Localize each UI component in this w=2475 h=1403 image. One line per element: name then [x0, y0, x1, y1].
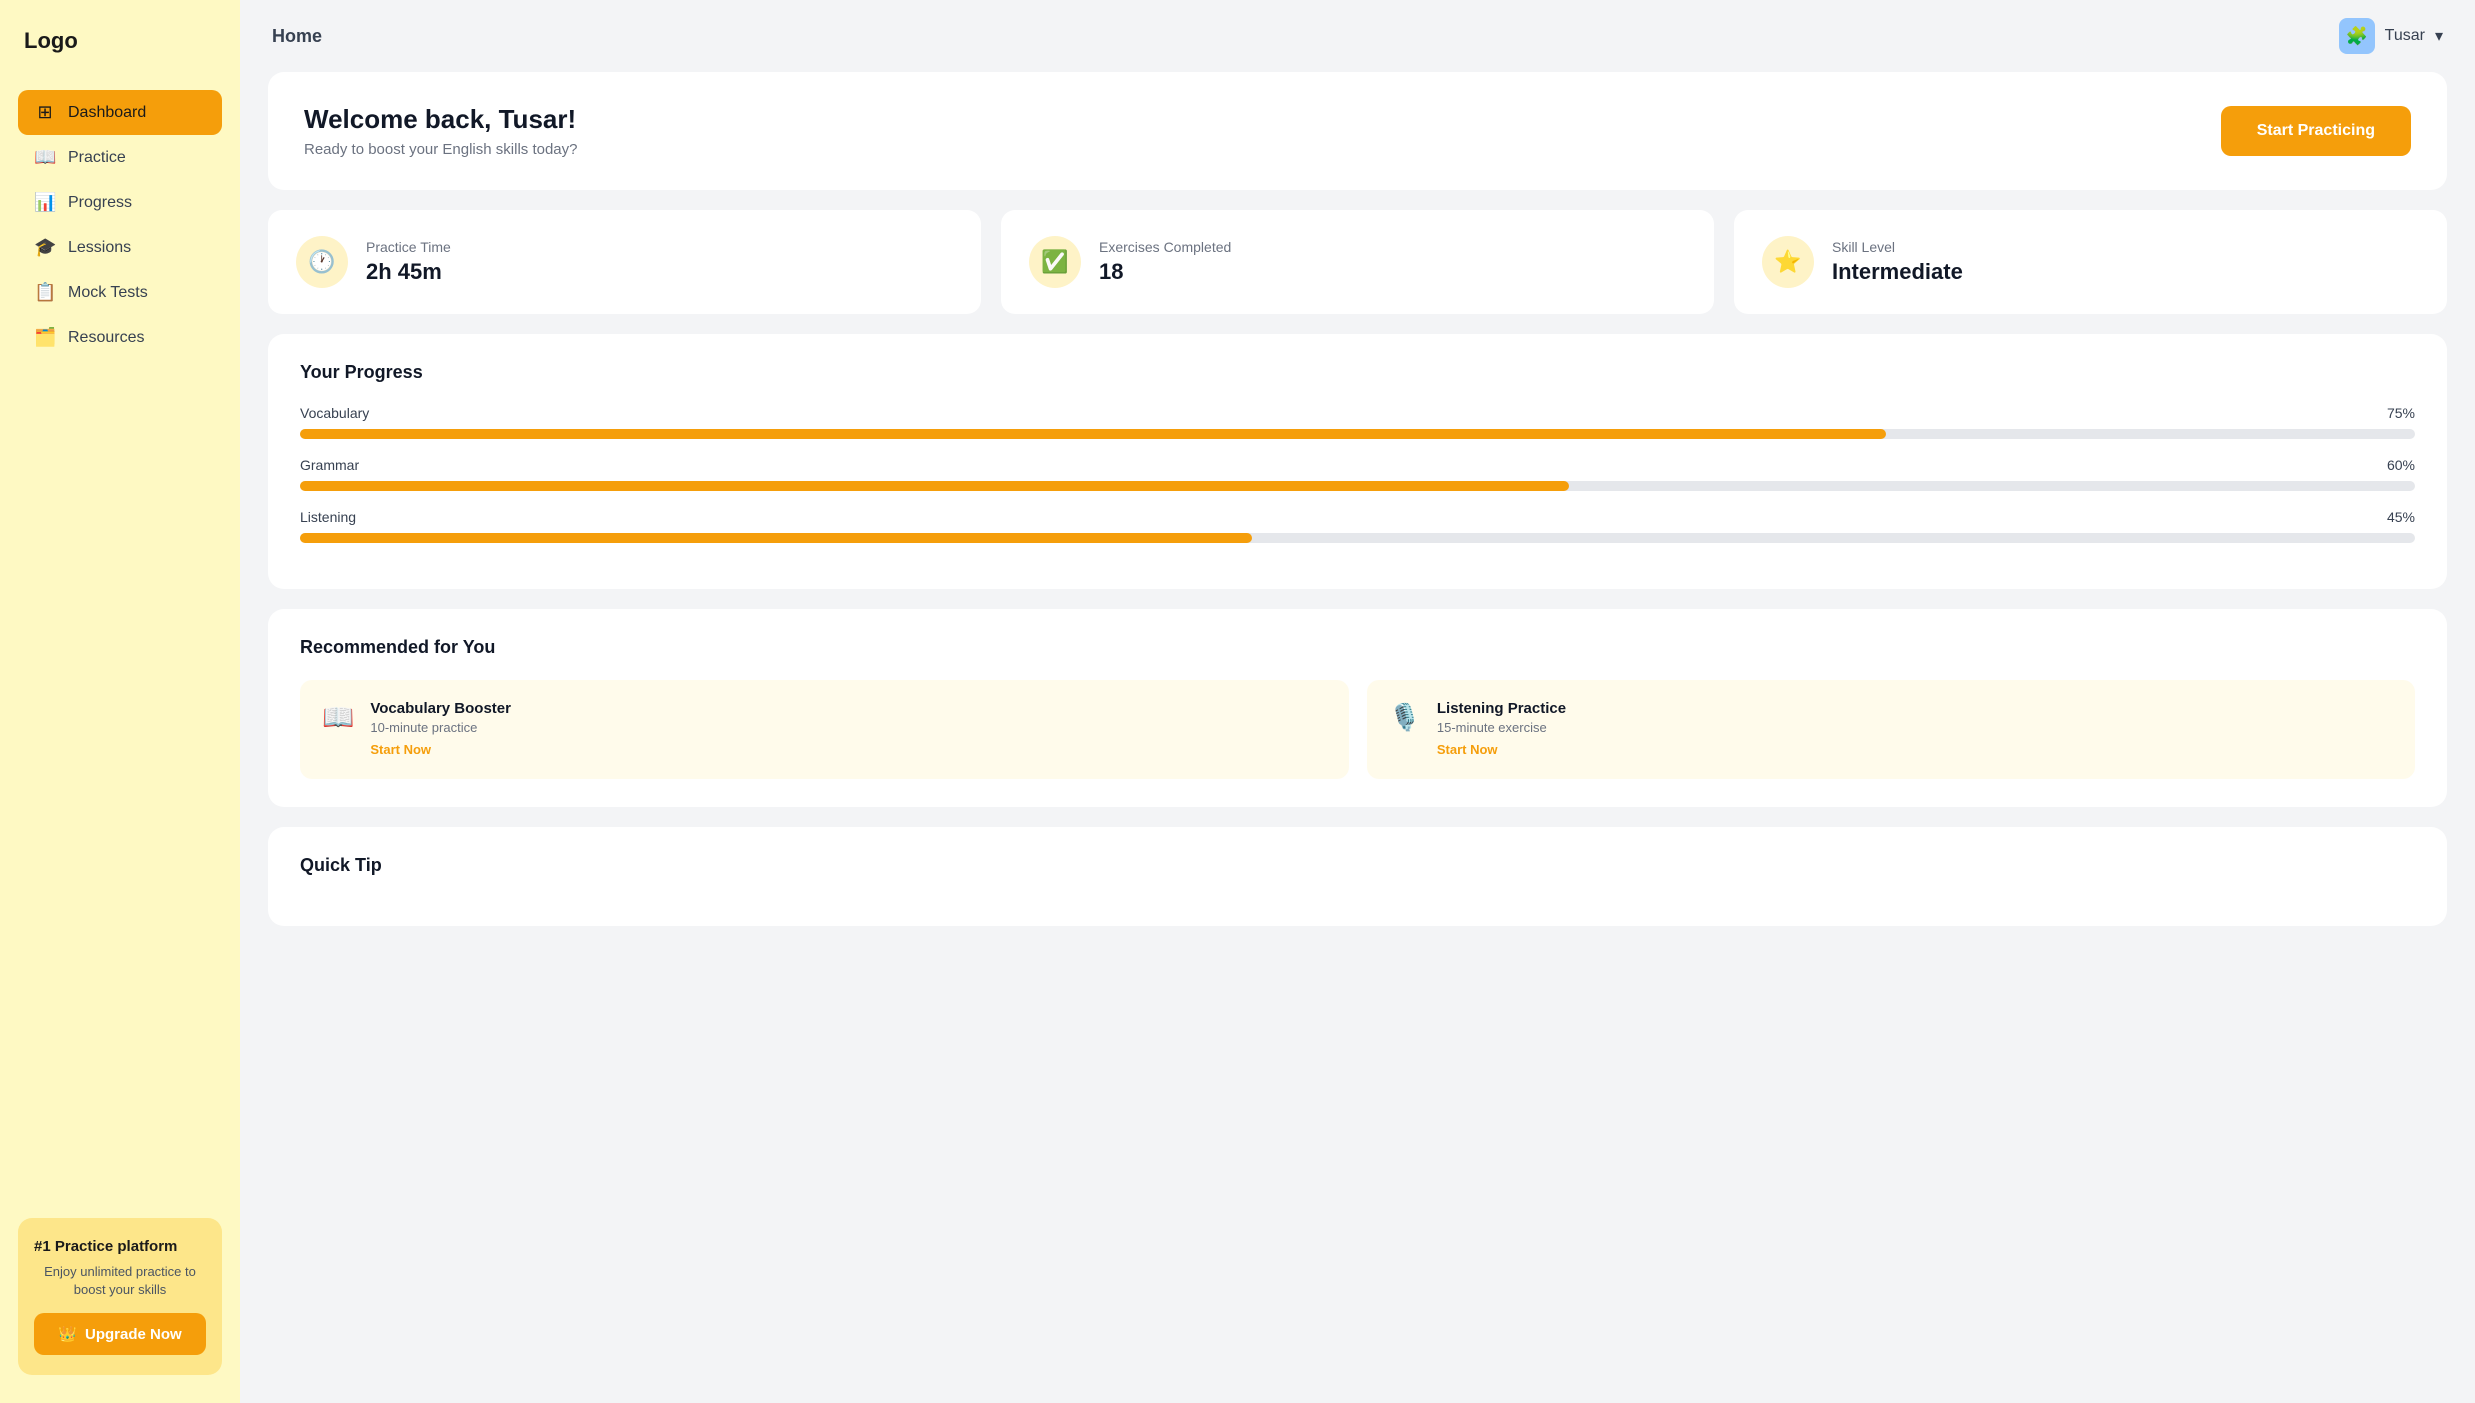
stat-card-exercises-completed: ✅ Exercises Completed 18 — [1001, 210, 1714, 314]
crown-icon: 👑 — [58, 1325, 77, 1343]
welcome-title: Welcome back, Tusar! — [304, 104, 577, 135]
quick-tip-card: Quick Tip — [268, 827, 2447, 926]
progress-items: Vocabulary 75% Grammar 60% Listening 45% — [300, 405, 2415, 543]
progress-bar-fill-0 — [300, 429, 1886, 439]
sidebar-label-dashboard: Dashboard — [68, 104, 146, 122]
practice-time-value: 2h 45m — [366, 259, 451, 285]
skill-level-icon: ⭐ — [1762, 236, 1814, 288]
progress-bar-fill-2 — [300, 533, 1252, 543]
sidebar-item-resources[interactable]: 🗂️ Resources — [18, 315, 222, 360]
rec-item-1: 🎙️ Listening Practice 15-minute exercise… — [1367, 680, 2416, 779]
progress-card: Your Progress Vocabulary 75% Grammar 60%… — [268, 334, 2447, 589]
promo-desc: Enjoy unlimited practice to boost your s… — [34, 1263, 206, 1299]
sidebar-item-mock-tests[interactable]: 📋 Mock Tests — [18, 270, 222, 315]
rec-sub-1: 15-minute exercise — [1437, 720, 1566, 735]
sidebar: Logo ⊞ Dashboard 📖 Practice 📊 Progress 🎓… — [0, 0, 240, 1403]
welcome-subtitle: Ready to boost your English skills today… — [304, 141, 577, 158]
progress-label-0: Vocabulary — [300, 405, 369, 421]
quick-tip-title: Quick Tip — [300, 855, 2415, 876]
skill-level-value: Intermediate — [1832, 259, 1963, 285]
main-content: Home 🧩 Tusar ▾ Welcome back, Tusar! Read… — [240, 0, 2475, 1403]
chevron-down-icon: ▾ — [2435, 26, 2443, 46]
exercises-completed-label: Exercises Completed — [1099, 239, 1231, 255]
user-name: Tusar — [2385, 27, 2425, 45]
sidebar-item-practice[interactable]: 📖 Practice — [18, 135, 222, 180]
lessons-icon: 🎓 — [34, 237, 56, 258]
sidebar-item-dashboard[interactable]: ⊞ Dashboard — [18, 90, 222, 135]
progress-pct-0: 75% — [2387, 405, 2415, 421]
rec-icon-0: 📖 — [322, 702, 354, 733]
sidebar-label-resources: Resources — [68, 329, 144, 347]
sidebar-label-progress: Progress — [68, 194, 132, 212]
rec-link-0[interactable]: Start Now — [370, 742, 431, 757]
recommended-title: Recommended for You — [300, 637, 2415, 658]
dashboard-icon: ⊞ — [34, 102, 56, 123]
practice-time-icon: 🕐 — [296, 236, 348, 288]
exercises-completed-value: 18 — [1099, 259, 1231, 285]
progress-bar-bg-1 — [300, 481, 2415, 491]
progress-bar-bg-0 — [300, 429, 2415, 439]
skill-level-label: Skill Level — [1832, 239, 1963, 255]
rec-link-1[interactable]: Start Now — [1437, 742, 1498, 757]
sidebar-item-progress[interactable]: 📊 Progress — [18, 180, 222, 225]
sidebar-label-lessons: Lessions — [68, 239, 131, 257]
progress-item-0: Vocabulary 75% — [300, 405, 2415, 439]
practice-icon: 📖 — [34, 147, 56, 168]
stat-card-practice-time: 🕐 Practice Time 2h 45m — [268, 210, 981, 314]
rec-sub-0: 10-minute practice — [370, 720, 511, 735]
stat-card-skill-level: ⭐ Skill Level Intermediate — [1734, 210, 2447, 314]
rec-name-0: Vocabulary Booster — [370, 700, 511, 717]
welcome-card: Welcome back, Tusar! Ready to boost your… — [268, 72, 2447, 190]
recommended-grid: 📖 Vocabulary Booster 10-minute practice … — [300, 680, 2415, 779]
avatar: 🧩 — [2339, 18, 2375, 54]
exercises-completed-icon: ✅ — [1029, 236, 1081, 288]
rec-icon-1: 🎙️ — [1389, 702, 1421, 733]
rec-item-0: 📖 Vocabulary Booster 10-minute practice … — [300, 680, 1349, 779]
sidebar-label-practice: Practice — [68, 149, 126, 167]
progress-item-1: Grammar 60% — [300, 457, 2415, 491]
sidebar-label-mock-tests: Mock Tests — [68, 284, 148, 302]
page-title: Home — [272, 26, 322, 47]
practice-time-label: Practice Time — [366, 239, 451, 255]
resources-icon: 🗂️ — [34, 327, 56, 348]
progress-label-2: Listening — [300, 509, 356, 525]
sidebar-item-lessons[interactable]: 🎓 Lessions — [18, 225, 222, 270]
promo-title: #1 Practice platform — [34, 1238, 206, 1255]
sidebar-nav: ⊞ Dashboard 📖 Practice 📊 Progress 🎓 Less… — [18, 90, 222, 360]
progress-bar-bg-2 — [300, 533, 2415, 543]
progress-pct-1: 60% — [2387, 457, 2415, 473]
progress-title: Your Progress — [300, 362, 2415, 383]
user-menu[interactable]: 🧩 Tusar ▾ — [2339, 18, 2443, 54]
progress-icon: 📊 — [34, 192, 56, 213]
progress-bar-fill-1 — [300, 481, 1569, 491]
recommended-card: Recommended for You 📖 Vocabulary Booster… — [268, 609, 2447, 807]
topbar: Home 🧩 Tusar ▾ — [240, 0, 2475, 72]
logo: Logo — [18, 28, 222, 54]
mock-tests-icon: 📋 — [34, 282, 56, 303]
upgrade-label: Upgrade Now — [85, 1326, 182, 1343]
progress-item-2: Listening 45% — [300, 509, 2415, 543]
stats-row: 🕐 Practice Time 2h 45m ✅ Exercises Compl… — [268, 210, 2447, 314]
progress-pct-2: 45% — [2387, 509, 2415, 525]
upgrade-button[interactable]: 👑 Upgrade Now — [34, 1313, 206, 1355]
rec-name-1: Listening Practice — [1437, 700, 1566, 717]
promo-card: #1 Practice platform Enjoy unlimited pra… — [18, 1218, 222, 1375]
start-practicing-button[interactable]: Start Practicing — [2221, 106, 2411, 156]
progress-label-1: Grammar — [300, 457, 359, 473]
